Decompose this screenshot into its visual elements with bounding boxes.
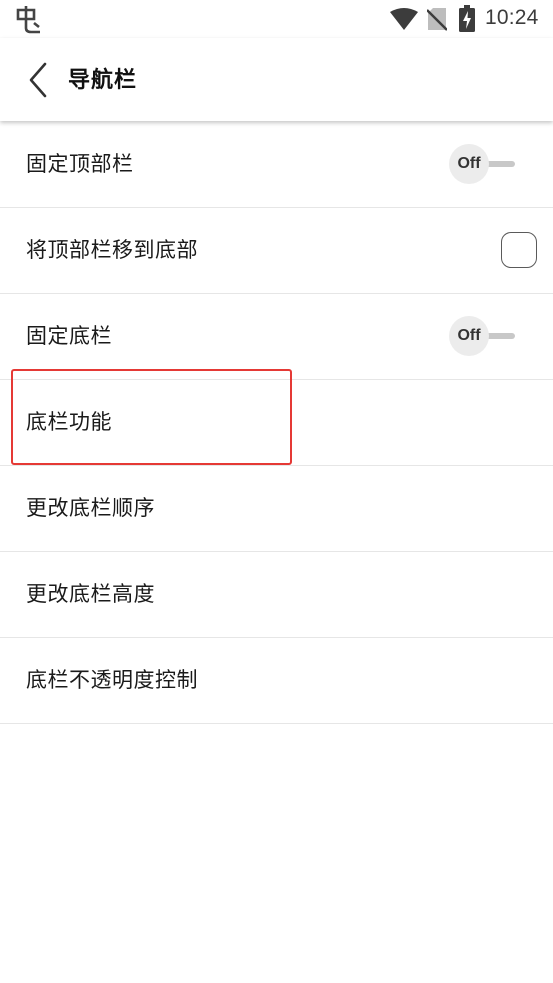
setting-fixed-bottom-bar[interactable]: 固定底栏 Off (0, 294, 553, 380)
setting-label: 更改底栏顺序 (26, 496, 155, 520)
no-sim-icon (426, 7, 448, 31)
status-time: 10:24 (485, 6, 539, 29)
setting-fixed-top-bar[interactable]: 固定顶部栏 Off (0, 122, 553, 208)
setting-label: 固定顶部栏 (26, 152, 134, 176)
setting-label: 更改底栏高度 (26, 582, 155, 606)
back-button[interactable] (18, 58, 58, 102)
setting-label: 底栏不透明度控制 (26, 668, 198, 692)
status-bar: 10:24 (0, 0, 553, 38)
setting-change-bottom-bar-height[interactable]: 更改底栏高度 (0, 552, 553, 638)
bug-app-icon (14, 4, 44, 34)
setting-label: 底栏功能 (26, 410, 112, 434)
setting-label: 固定底栏 (26, 324, 112, 348)
wifi-icon (390, 8, 418, 30)
setting-change-bottom-bar-order[interactable]: 更改底栏顺序 (0, 466, 553, 552)
settings-list: 固定顶部栏 Off 将顶部栏移到底部 固定底栏 Off 底栏功能 更改底栏顺序 … (0, 122, 553, 724)
page-title: 导航栏 (68, 68, 138, 93)
setting-move-top-bar-to-bottom[interactable]: 将顶部栏移到底部 (0, 208, 553, 294)
move-top-bar-checkbox[interactable] (501, 232, 537, 268)
toggle-knob: Off (449, 144, 489, 184)
fixed-top-bar-toggle[interactable]: Off (449, 144, 521, 184)
battery-charging-icon (458, 5, 476, 32)
app-bar: 导航栏 (0, 38, 553, 121)
setting-bottom-bar-opacity[interactable]: 底栏不透明度控制 (0, 638, 553, 724)
setting-bottom-bar-functions[interactable]: 底栏功能 (0, 380, 553, 466)
setting-label: 将顶部栏移到底部 (26, 238, 198, 262)
chevron-left-icon (29, 62, 47, 98)
fixed-bottom-bar-toggle[interactable]: Off (449, 316, 521, 356)
toggle-knob: Off (449, 316, 489, 356)
